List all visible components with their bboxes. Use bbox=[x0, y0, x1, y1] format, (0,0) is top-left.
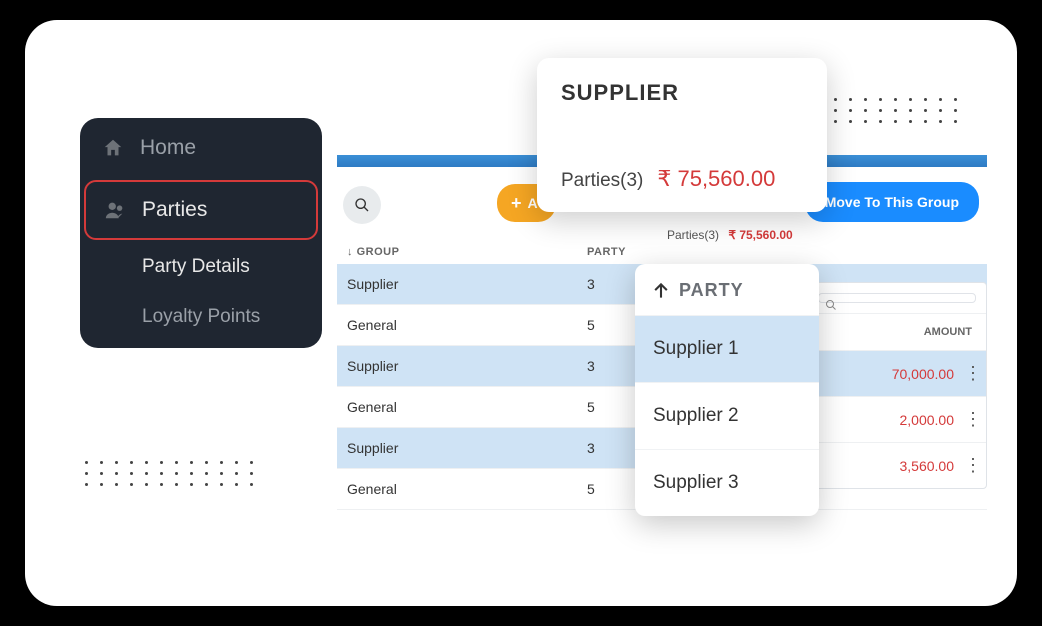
cell-group: Supplier bbox=[347, 358, 587, 374]
amount-row[interactable]: 2,000.00 ⋮ bbox=[808, 396, 986, 442]
sidebar-item-parties[interactable]: Parties bbox=[84, 180, 318, 240]
party-popup-item[interactable]: Supplier 1 bbox=[635, 315, 819, 382]
search-icon bbox=[825, 299, 837, 311]
app-canvas: Home Parties Party Details Loyalty Point… bbox=[25, 20, 1017, 606]
search-icon bbox=[354, 197, 370, 213]
sidebar-sub-loyalty-points[interactable]: Loyalty Points bbox=[80, 292, 322, 342]
cell-group: General bbox=[347, 481, 587, 497]
party-popup-header-label: PARTY bbox=[679, 280, 744, 301]
cell-group: Supplier bbox=[347, 440, 587, 456]
supplier-amount: ₹ 75,560.00 bbox=[657, 166, 775, 192]
header-amount[interactable]: AMOUNT bbox=[852, 326, 972, 338]
party-popup-item[interactable]: Supplier 3 bbox=[635, 449, 819, 516]
amount-table-header: AMOUNT bbox=[808, 314, 986, 350]
row-menu-icon[interactable]: ⋮ bbox=[964, 455, 976, 476]
cell-group: General bbox=[347, 399, 587, 415]
amount-cell: 2,000.00 bbox=[844, 412, 954, 428]
search-input[interactable] bbox=[818, 293, 976, 303]
cell-group: Supplier bbox=[347, 276, 587, 292]
party-popup-header[interactable]: PARTY bbox=[635, 264, 819, 315]
supplier-card: SUPPLIER Parties(3) ₹ 75,560.00 bbox=[537, 58, 827, 212]
header-group[interactable]: ↓ GROUP bbox=[347, 246, 587, 258]
sidebar-item-home[interactable]: Home bbox=[80, 118, 322, 178]
sidebar-item-label: Loyalty Points bbox=[142, 306, 260, 327]
cell-group: General bbox=[347, 317, 587, 333]
header-party[interactable]: PARTY bbox=[587, 246, 977, 258]
sidebar-item-label: Party Details bbox=[142, 256, 250, 277]
plus-icon: + bbox=[511, 194, 522, 212]
sidebar-item-label: Home bbox=[140, 136, 196, 160]
amount-row[interactable]: 3,560.00 ⋮ bbox=[808, 442, 986, 488]
supplier-parties-label: Parties(3) bbox=[561, 170, 643, 192]
search-button[interactable] bbox=[343, 186, 381, 224]
move-to-group-button[interactable]: Move To This Group bbox=[805, 182, 979, 222]
home-icon bbox=[102, 137, 124, 159]
arrow-up-icon bbox=[651, 281, 671, 301]
amount-row[interactable]: 70,000.00 ⋮ bbox=[808, 350, 986, 396]
party-popup: PARTY Supplier 1Supplier 2Supplier 3 bbox=[635, 264, 819, 516]
party-popup-item[interactable]: Supplier 2 bbox=[635, 382, 819, 449]
amount-table-search-bar bbox=[808, 283, 986, 314]
sidebar-item-label: Parties bbox=[142, 198, 207, 222]
table-header: ↓ GROUP PARTY bbox=[337, 240, 987, 264]
supplier-card-title: SUPPLIER bbox=[561, 80, 803, 106]
parties-icon bbox=[104, 199, 126, 221]
amount-table: AMOUNT 70,000.00 ⋮ 2,000.00 ⋮ 3,560.00 ⋮ bbox=[807, 282, 987, 489]
sidebar-sub-party-details[interactable]: Party Details bbox=[80, 242, 322, 292]
row-menu-icon[interactable]: ⋮ bbox=[964, 363, 976, 384]
amount-cell: 3,560.00 bbox=[844, 458, 954, 474]
row-menu-icon[interactable]: ⋮ bbox=[964, 409, 976, 430]
sidebar: Home Parties Party Details Loyalty Point… bbox=[80, 118, 322, 348]
amount-cell: 70,000.00 bbox=[844, 366, 954, 382]
decoration-dots-bottom bbox=[85, 461, 253, 486]
